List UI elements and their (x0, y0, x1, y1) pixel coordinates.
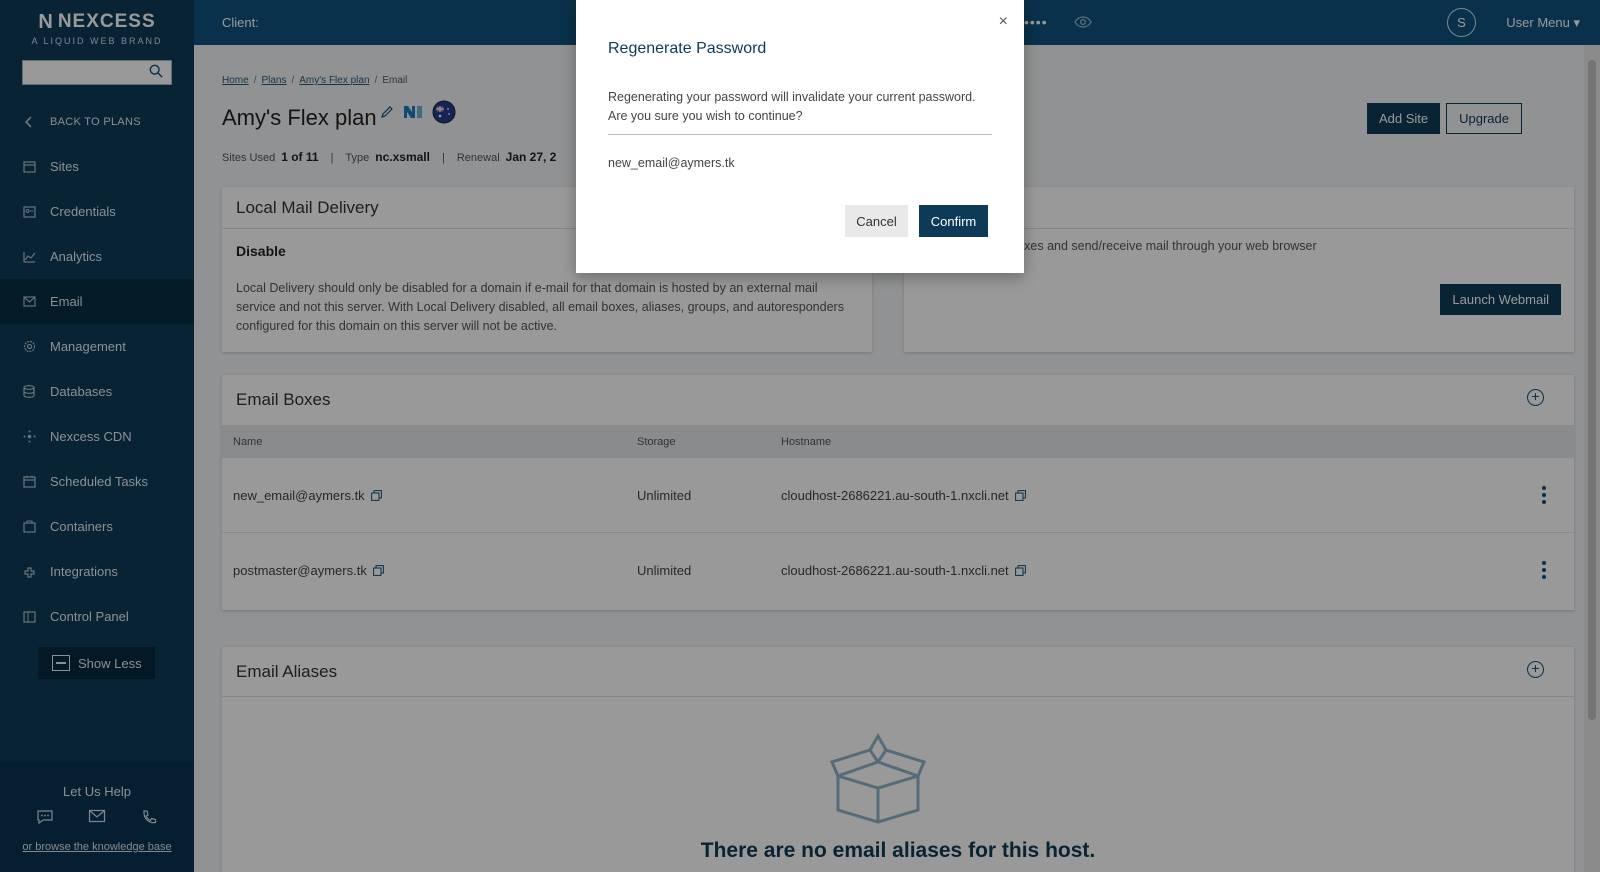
regenerate-password-modal: × Regenerate Password Regenerating your … (576, 0, 1024, 273)
modal-email: new_email@aymers.tk (608, 156, 735, 170)
close-icon[interactable]: × (999, 14, 1008, 30)
confirm-button[interactable]: Confirm (919, 205, 988, 237)
modal-message: Regenerating your password will invalida… (608, 88, 992, 135)
cancel-button[interactable]: Cancel (845, 205, 908, 237)
modal-title: Regenerate Password (608, 40, 767, 57)
modal-actions: Cancel Confirm (845, 205, 988, 237)
